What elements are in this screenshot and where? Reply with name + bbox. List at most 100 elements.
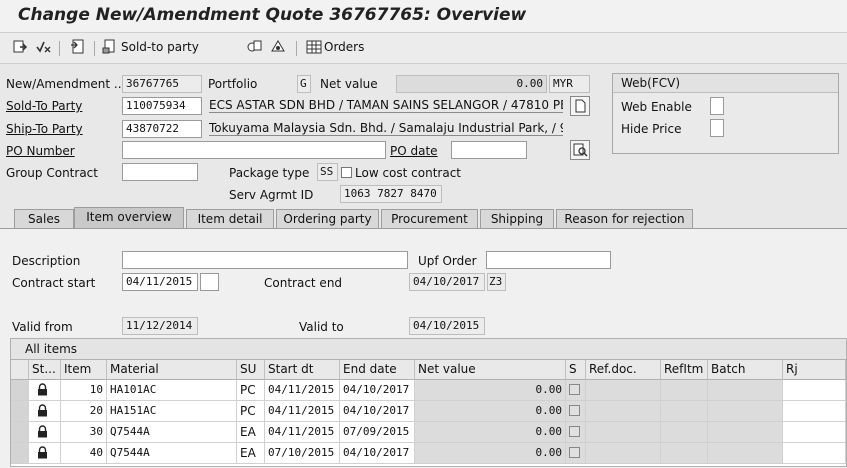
- po-number-label[interactable]: PO Number: [6, 144, 75, 158]
- start-date-cell[interactable]: 04/11/2015: [265, 401, 340, 422]
- item-cell[interactable]: 40: [61, 443, 107, 464]
- end-date-cell[interactable]: 04/10/2017: [340, 380, 415, 401]
- quote-number-field[interactable]: 36767765: [122, 75, 202, 93]
- description-field[interactable]: [122, 251, 408, 269]
- column-header-end-date[interactable]: End date: [340, 360, 415, 380]
- group-contract-field[interactable]: [122, 163, 198, 181]
- end-date-cell[interactable]: 04/10/2017: [340, 443, 415, 464]
- po-date-field[interactable]: [451, 141, 527, 159]
- sold-to-party-icon[interactable]: [102, 39, 118, 55]
- column-header-ref-item[interactable]: RefItm: [661, 360, 708, 380]
- orders-icon[interactable]: [306, 39, 322, 55]
- table-row[interactable]: 10 HA101AC PC 04/11/2015 04/10/2017 0.00: [11, 380, 846, 401]
- tab-procurement[interactable]: Procurement: [381, 209, 478, 228]
- web-enable-label: Web Enable: [621, 100, 692, 114]
- ref-doc-cell: [586, 443, 661, 464]
- tab-ordering-party[interactable]: Ordering party: [276, 209, 379, 228]
- low-cost-contract-checkbox[interactable]: [341, 167, 352, 178]
- tab-reason-for-rejection[interactable]: Reason for rejection: [556, 209, 693, 228]
- start-date-cell[interactable]: 04/11/2015: [265, 380, 340, 401]
- web-enable-field[interactable]: [710, 97, 724, 115]
- all-items-table: All items St... Item Material SU Start d…: [10, 338, 847, 467]
- column-header-status[interactable]: St...: [29, 360, 61, 380]
- orders-button[interactable]: Orders: [324, 40, 364, 54]
- table-row[interactable]: 30 Q7544A EA 04/11/2015 07/09/2015 0.00: [11, 422, 846, 443]
- status-cell: [29, 422, 61, 443]
- status-overview-icon[interactable]: [270, 39, 286, 55]
- tab-sales[interactable]: Sales: [14, 209, 74, 228]
- row-selector[interactable]: [11, 443, 29, 464]
- s-cell: [566, 443, 586, 464]
- material-cell[interactable]: Q7544A: [107, 422, 237, 443]
- display-change-icon[interactable]: [12, 39, 28, 55]
- currency-field[interactable]: MYR: [549, 75, 590, 93]
- contract-end-code-field[interactable]: Z3: [487, 273, 506, 291]
- contract-end-field[interactable]: 04/10/2017: [409, 273, 485, 291]
- rj-cell[interactable]: [783, 401, 846, 422]
- header-document-icon[interactable]: [70, 39, 86, 55]
- su-cell[interactable]: PC: [237, 401, 265, 422]
- batch-cell: [708, 422, 783, 443]
- upf-order-field[interactable]: [486, 251, 611, 269]
- column-header-item[interactable]: Item: [61, 360, 107, 380]
- start-date-cell[interactable]: 07/10/2015: [265, 443, 340, 464]
- column-header-s[interactable]: S: [566, 360, 586, 380]
- web-fcv-group: Web(FCV) Web Enable Hide Price: [612, 73, 839, 154]
- column-header-rj[interactable]: Rj: [783, 360, 846, 380]
- sold-to-party-field[interactable]: 110075934: [122, 97, 202, 115]
- item-cell[interactable]: 30: [61, 422, 107, 443]
- po-date-label[interactable]: PO date: [390, 144, 438, 158]
- ship-to-party-field[interactable]: 43870722: [122, 120, 202, 138]
- serv-agrmt-id-field[interactable]: 1063 7827 8470: [340, 185, 442, 203]
- start-date-cell[interactable]: 04/11/2015: [265, 422, 340, 443]
- valid-from-field[interactable]: 11/12/2014: [122, 317, 198, 335]
- material-cell[interactable]: HA101AC: [107, 380, 237, 401]
- row-selector[interactable]: [11, 401, 29, 422]
- valid-to-field[interactable]: 04/10/2015: [409, 317, 485, 335]
- column-header-material[interactable]: Material: [107, 360, 237, 380]
- hide-price-field[interactable]: [710, 119, 724, 137]
- item-cell[interactable]: 20: [61, 401, 107, 422]
- end-date-cell[interactable]: 07/09/2015: [340, 422, 415, 443]
- su-cell[interactable]: EA: [237, 422, 265, 443]
- tab-item-overview[interactable]: Item overview: [74, 207, 184, 229]
- delete-check-icon[interactable]: [35, 39, 51, 55]
- row-selector[interactable]: [11, 422, 29, 443]
- rj-cell[interactable]: [783, 380, 846, 401]
- sold-to-party-button[interactable]: Sold-to party: [121, 40, 199, 54]
- item-cell[interactable]: 10: [61, 380, 107, 401]
- tab-item-detail[interactable]: Item detail: [186, 209, 274, 228]
- column-header-batch[interactable]: Batch: [708, 360, 783, 380]
- table-row[interactable]: 40 Q7544A EA 07/10/2015 04/10/2017 0.00: [11, 443, 846, 464]
- contract-start-field[interactable]: 04/11/2015: [122, 273, 198, 291]
- rj-cell[interactable]: [783, 422, 846, 443]
- document-flow-icon[interactable]: [246, 39, 262, 55]
- su-cell[interactable]: PC: [237, 380, 265, 401]
- column-header-su[interactable]: SU: [237, 360, 265, 380]
- sold-to-party-label[interactable]: Sold-To Party: [6, 99, 82, 113]
- sold-to-details-icon[interactable]: [570, 96, 590, 116]
- end-date-cell[interactable]: 04/10/2017: [340, 401, 415, 422]
- package-type-field[interactable]: SS: [317, 163, 338, 181]
- contract-start-extra-field[interactable]: [200, 273, 219, 291]
- net-value-field[interactable]: 0.00: [396, 75, 547, 93]
- select-all-header[interactable]: [11, 360, 29, 380]
- rj-cell[interactable]: [783, 443, 846, 464]
- column-header-start-date[interactable]: Start dt: [265, 360, 340, 380]
- material-cell[interactable]: HA151AC: [107, 401, 237, 422]
- su-cell[interactable]: EA: [237, 443, 265, 464]
- batch-cell: [708, 401, 783, 422]
- ref-doc-cell: [586, 422, 661, 443]
- ship-to-party-label[interactable]: Ship-To Party: [6, 122, 83, 136]
- column-header-ref-doc[interactable]: Ref.doc.: [586, 360, 661, 380]
- column-header-net-value[interactable]: Net value: [415, 360, 566, 380]
- tab-shipping[interactable]: Shipping: [480, 209, 554, 228]
- table-row[interactable]: 20 HA151AC PC 04/11/2015 04/10/2017 0.00: [11, 401, 846, 422]
- portfolio-field[interactable]: G: [297, 75, 311, 93]
- row-selector[interactable]: [11, 380, 29, 401]
- material-cell[interactable]: Q7544A: [107, 443, 237, 464]
- status-cell: [29, 380, 61, 401]
- description-label: Description: [12, 254, 81, 268]
- po-search-icon[interactable]: [570, 140, 590, 160]
- po-number-field[interactable]: [122, 141, 386, 159]
